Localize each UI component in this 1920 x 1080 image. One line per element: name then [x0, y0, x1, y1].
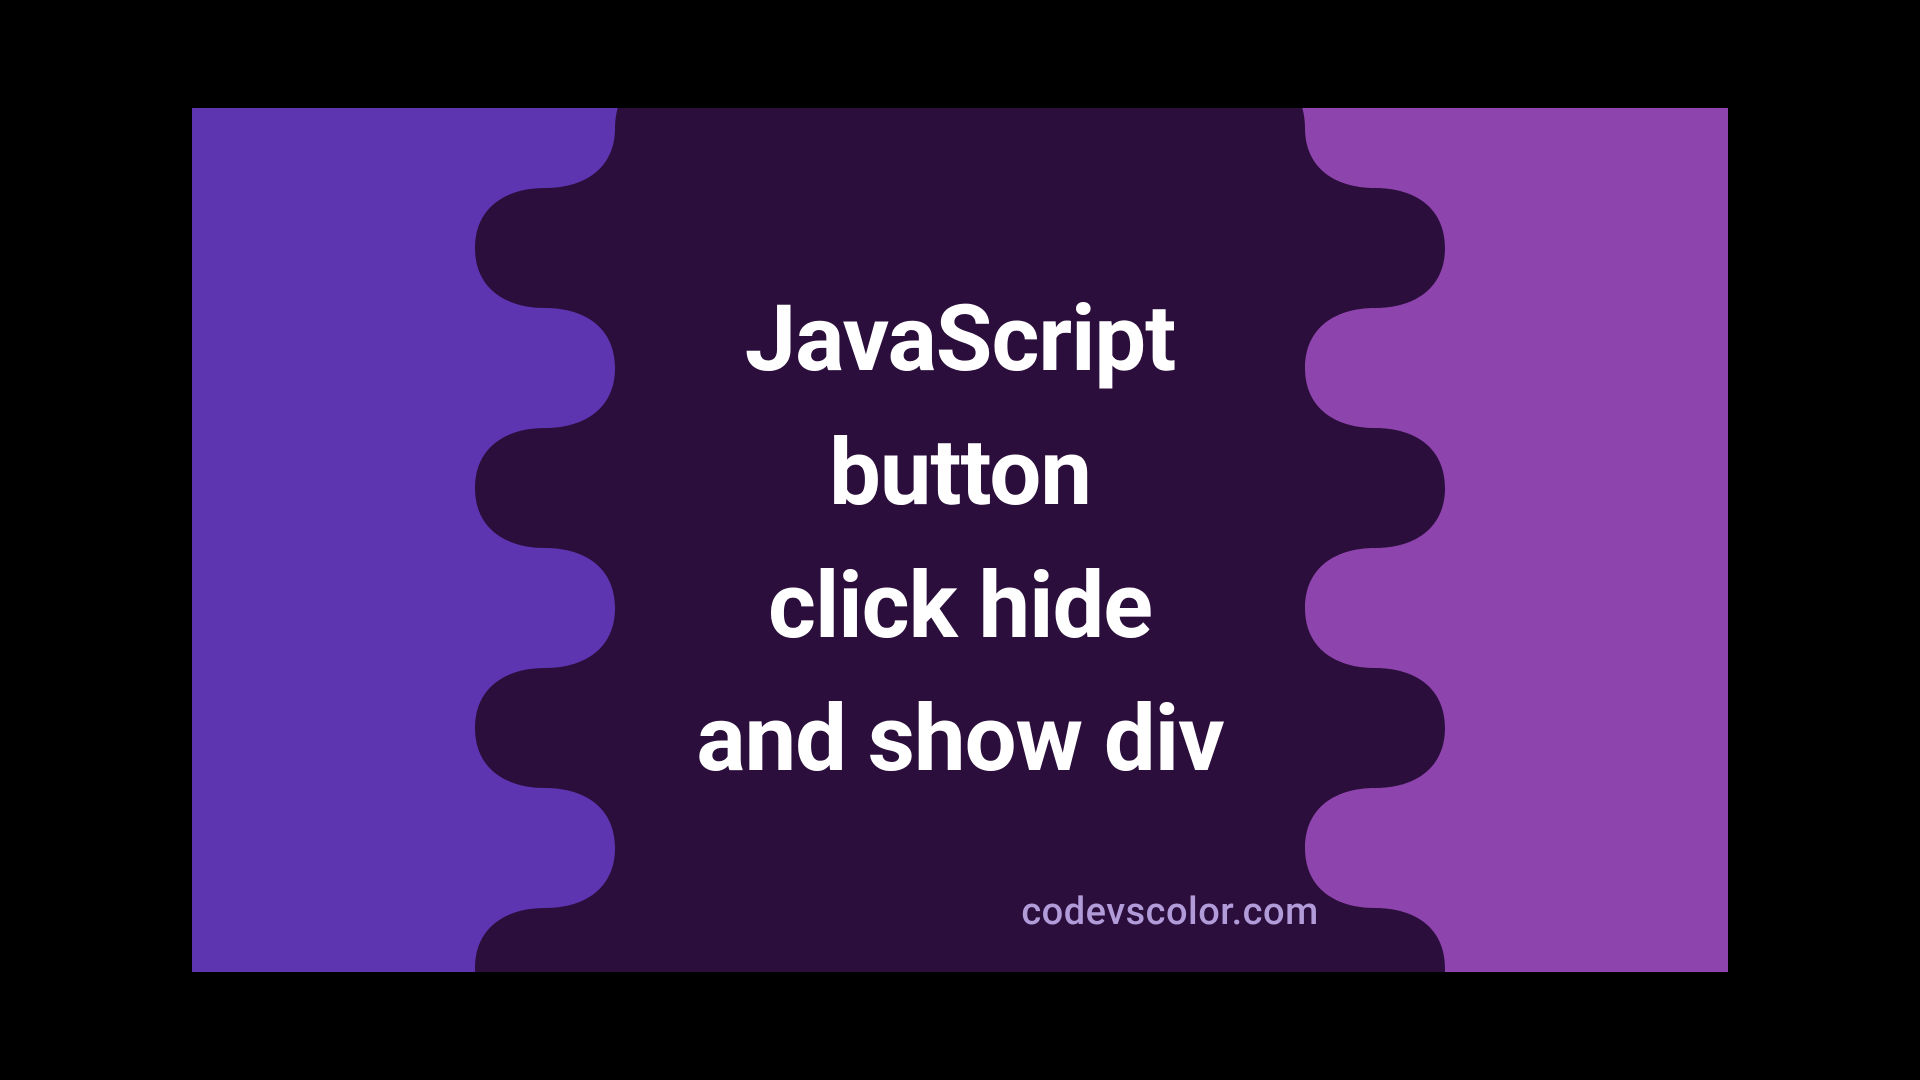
title-line-2: button — [696, 407, 1223, 540]
banner-title: JavaScript button click hide and show di… — [696, 273, 1223, 807]
title-line-1: JavaScript — [696, 273, 1223, 406]
title-line-4: and show div — [696, 673, 1223, 806]
watermark-text: codevscolor.com — [192, 890, 1728, 934]
title-line-3: click hide — [696, 540, 1223, 673]
banner-card: JavaScript button click hide and show di… — [192, 108, 1728, 972]
content-area: JavaScript button click hide and show di… — [192, 108, 1728, 972]
